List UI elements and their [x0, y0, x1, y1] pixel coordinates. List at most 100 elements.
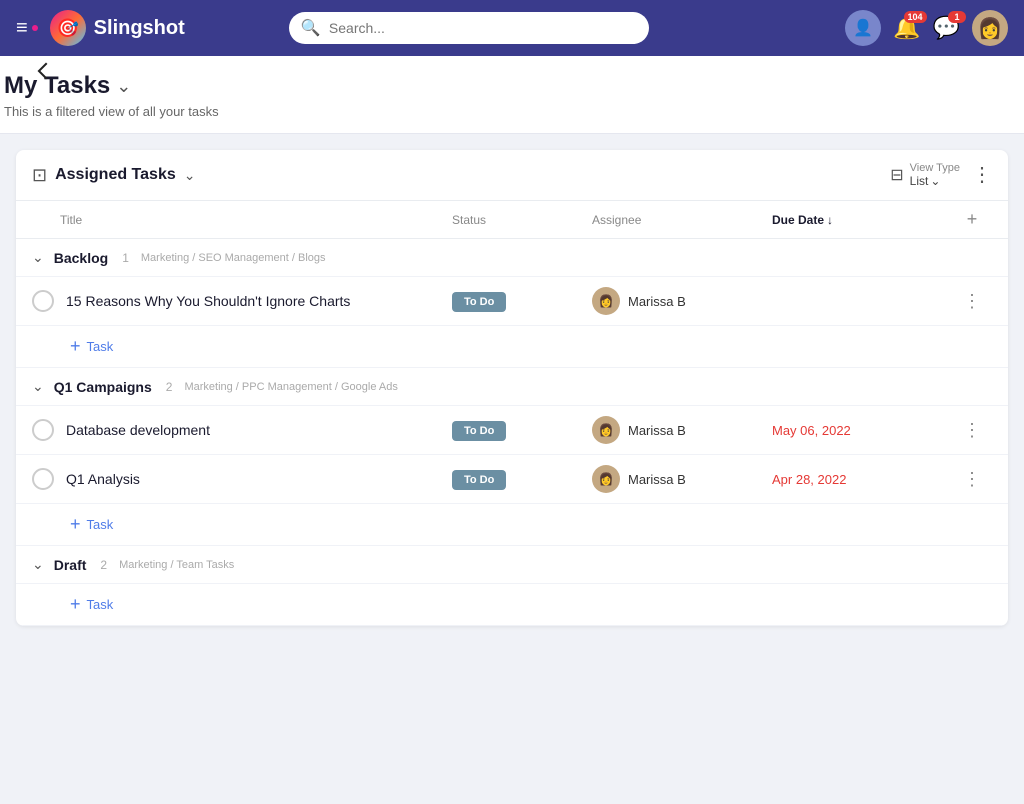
col-header-status: Status	[452, 213, 592, 227]
card-title: Assigned Tasks	[55, 166, 176, 184]
table-header: Title Status Assignee Due Date ↓ +	[16, 201, 1008, 239]
assignee-name: Marissa B	[628, 294, 686, 309]
due-date-cell: May 06, 2022	[772, 423, 952, 438]
card-header-right: ⊟ View Type List ⌄ ⋮	[890, 162, 992, 188]
task-title-cell: 15 Reasons Why You Shouldn't Ignore Char…	[32, 290, 452, 312]
add-task-label: Task	[87, 339, 114, 354]
col-header-title: Title	[32, 213, 452, 227]
task-status-cell: To Do	[452, 421, 592, 439]
assignee-name: Marissa B	[628, 472, 686, 487]
add-task-plus-icon: +	[70, 514, 81, 535]
notifications-button[interactable]: 🔔 104	[893, 15, 920, 41]
assignee-name: Marissa B	[628, 423, 686, 438]
card-title-chevron-icon[interactable]: ⌄	[184, 167, 196, 184]
search-bar: 🔍	[289, 12, 649, 44]
nav-avatar-profile[interactable]: 👩	[972, 10, 1008, 46]
chat-badge: 1	[948, 11, 966, 23]
group-collapse-button[interactable]: ⌄	[32, 378, 44, 395]
card-header: ⊡ Assigned Tasks ⌄ ⊟ View Type List ⌄ ⋮	[16, 150, 1008, 201]
groups-container: ⌄ Backlog 1 Marketing / SEO Management /…	[16, 239, 1008, 626]
add-task-button[interactable]: + Task	[70, 594, 113, 615]
group-name: Backlog	[54, 250, 108, 266]
task-status-cell: To Do	[452, 470, 592, 488]
add-task-row: + Task	[16, 504, 1008, 546]
page-title: My Tasks	[4, 72, 110, 100]
task-more-button[interactable]: ⋮	[952, 291, 992, 312]
task-checkbox[interactable]	[32, 419, 54, 441]
due-date-cell: Apr 28, 2022	[772, 472, 952, 487]
group-path: Marketing / Team Tasks	[119, 559, 234, 571]
task-more-button[interactable]: ⋮	[952, 420, 992, 441]
task-more-button[interactable]: ⋮	[952, 469, 992, 490]
group-row: ⌄ Q1 Campaigns 2 Marketing / PPC Managem…	[16, 368, 1008, 406]
assigned-tasks-icon: ⊡	[32, 165, 47, 186]
assignee-cell: 👩 Marissa B	[592, 416, 772, 444]
view-type-button[interactable]: ⊟ View Type List ⌄	[890, 162, 960, 188]
task-row: Q1 Analysis To Do 👩 Marissa B Apr 28, 20…	[16, 455, 1008, 504]
group-count: 2	[166, 380, 173, 394]
group-row: ⌄ Draft 2 Marketing / Team Tasks	[16, 546, 1008, 584]
top-navigation: ≡ 🎯 Slingshot 🔍 👤 🔔 104 💬 1 👩	[0, 0, 1024, 56]
main-card: ⊡ Assigned Tasks ⌄ ⊟ View Type List ⌄ ⋮	[16, 150, 1008, 626]
page-subtitle: This is a filtered view of all your task…	[4, 104, 1020, 119]
task-name: 15 Reasons Why You Shouldn't Ignore Char…	[66, 293, 350, 309]
task-row: Database development To Do 👩 Marissa B M…	[16, 406, 1008, 455]
nav-right-actions: 👤 🔔 104 💬 1 👩	[845, 10, 1008, 46]
add-task-plus-icon: +	[70, 594, 81, 615]
group-count: 2	[100, 558, 107, 572]
group-path: Marketing / SEO Management / Blogs	[141, 252, 326, 264]
logo-text: Slingshot	[94, 17, 185, 40]
group-name: Q1 Campaigns	[54, 379, 152, 395]
task-checkbox[interactable]	[32, 290, 54, 312]
view-type-label: View Type List ⌄	[910, 162, 960, 188]
assignee-avatar: 👩	[592, 287, 620, 315]
group-path: Marketing / PPC Management / Google Ads	[184, 381, 397, 393]
add-task-row: + Task	[16, 326, 1008, 368]
view-type-icon: ⊟	[890, 165, 903, 185]
nav-avatar-user[interactable]: 👤	[845, 10, 881, 46]
add-task-label: Task	[87, 517, 114, 532]
search-icon: 🔍	[301, 18, 321, 38]
add-task-button[interactable]: + Task	[70, 336, 113, 357]
task-title-cell: Database development	[32, 419, 452, 441]
view-type-sub: List ⌄	[910, 174, 941, 188]
status-badge[interactable]: To Do	[452, 421, 506, 441]
task-checkbox[interactable]	[32, 468, 54, 490]
col-header-assignee: Assignee	[592, 213, 772, 227]
group-name: Draft	[54, 557, 87, 573]
task-name: Q1 Analysis	[66, 471, 140, 487]
add-column-button[interactable]: +	[952, 209, 992, 230]
status-badge[interactable]: To Do	[452, 470, 506, 490]
task-name: Database development	[66, 422, 210, 438]
group-collapse-button[interactable]: ⌄	[32, 556, 44, 573]
add-task-button[interactable]: + Task	[70, 514, 113, 535]
add-task-row: + Task	[16, 584, 1008, 626]
menu-icon: ≡	[16, 17, 28, 40]
logo: 🎯 Slingshot	[50, 10, 185, 46]
sort-icon: ↓	[827, 213, 833, 227]
view-type-chevron-icon: ⌄	[930, 174, 940, 188]
page-title-chevron-icon[interactable]: ⌄	[116, 76, 131, 97]
assignee-avatar: 👩	[592, 416, 620, 444]
task-title-cell: Q1 Analysis	[32, 468, 452, 490]
menu-button[interactable]: ≡	[16, 17, 38, 40]
search-input[interactable]	[289, 12, 649, 44]
view-type-text: View Type	[910, 162, 960, 174]
assignee-cell: 👩 Marissa B	[592, 287, 772, 315]
add-task-label: Task	[87, 597, 114, 612]
assignee-avatar: 👩	[592, 465, 620, 493]
logo-icon: 🎯	[50, 10, 86, 46]
group-collapse-button[interactable]: ⌄	[32, 249, 44, 266]
assignee-cell: 👩 Marissa B	[592, 465, 772, 493]
task-row: 15 Reasons Why You Shouldn't Ignore Char…	[16, 277, 1008, 326]
col-header-due-date: Due Date ↓	[772, 213, 952, 227]
task-status-cell: To Do	[452, 292, 592, 310]
add-task-plus-icon: +	[70, 336, 81, 357]
page-header: My Tasks ⌄ This is a filtered view of al…	[0, 56, 1024, 134]
group-count: 1	[122, 251, 129, 265]
status-badge[interactable]: To Do	[452, 292, 506, 312]
group-row: ⌄ Backlog 1 Marketing / SEO Management /…	[16, 239, 1008, 277]
chat-button[interactable]: 💬 1	[933, 15, 960, 41]
notification-badge: 104	[904, 11, 927, 23]
card-more-button[interactable]: ⋮	[972, 165, 992, 185]
